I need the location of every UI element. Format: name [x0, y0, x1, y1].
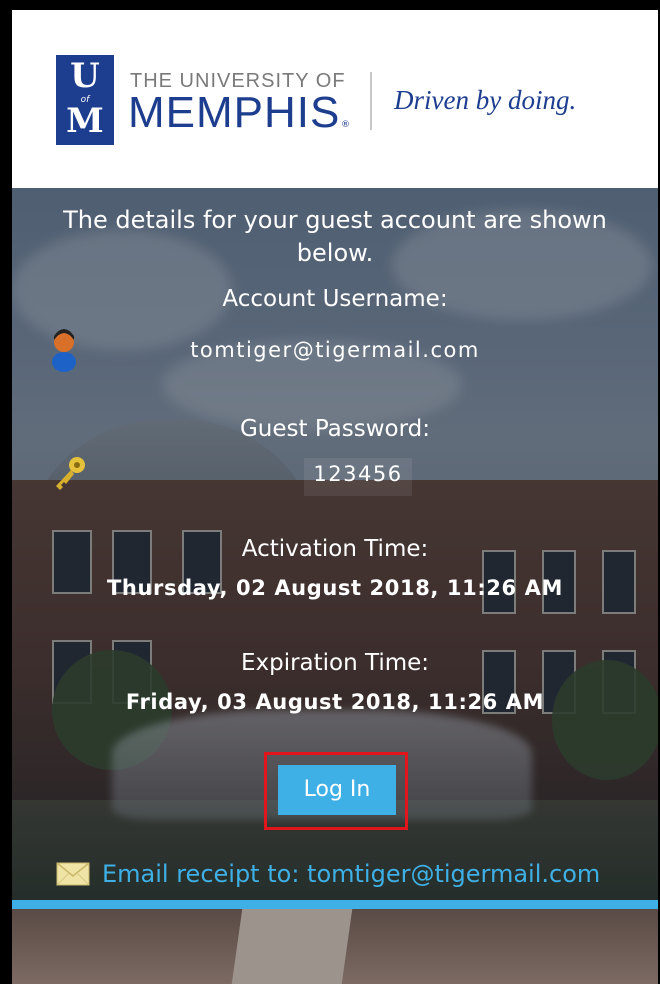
tagline: Driven by doing. [394, 85, 577, 115]
university-logo-mark: U of M [56, 55, 114, 145]
logo-letter-m: M [66, 101, 104, 141]
password-value: 123456 [313, 462, 403, 486]
page-header: U of M THE UNIVERSITY OF MEMPHIS ® Drive… [12, 10, 658, 188]
username-value: tomtiger@tigermail.com [190, 338, 480, 362]
university-name: MEMPHIS [128, 88, 341, 137]
password-label: Guest Password: [239, 416, 431, 442]
intro-text: The details for your guest account are s… [63, 206, 607, 267]
activation-time: Thursday, 02 August 2018, 11:26 AM [107, 576, 563, 600]
expiration-time: Friday, 03 August 2018, 11:26 AM [125, 690, 545, 714]
envelope-icon [56, 862, 90, 886]
activation-label: Activation Time: [241, 536, 429, 562]
header-divider [370, 72, 372, 130]
accent-stripe [12, 900, 658, 909]
registered-mark: ® [341, 120, 350, 130]
expiration-label: Expiration Time: [240, 650, 430, 676]
username-label: Account Username: [222, 286, 448, 312]
guest-account-page: U of M THE UNIVERSITY OF MEMPHIS ® Drive… [12, 10, 658, 984]
login-button[interactable]: Log In [278, 765, 396, 815]
email-receipt-link[interactable]: Email receipt to: tomtiger@tigermail.com [102, 856, 600, 892]
background-sidewalk [231, 909, 353, 984]
